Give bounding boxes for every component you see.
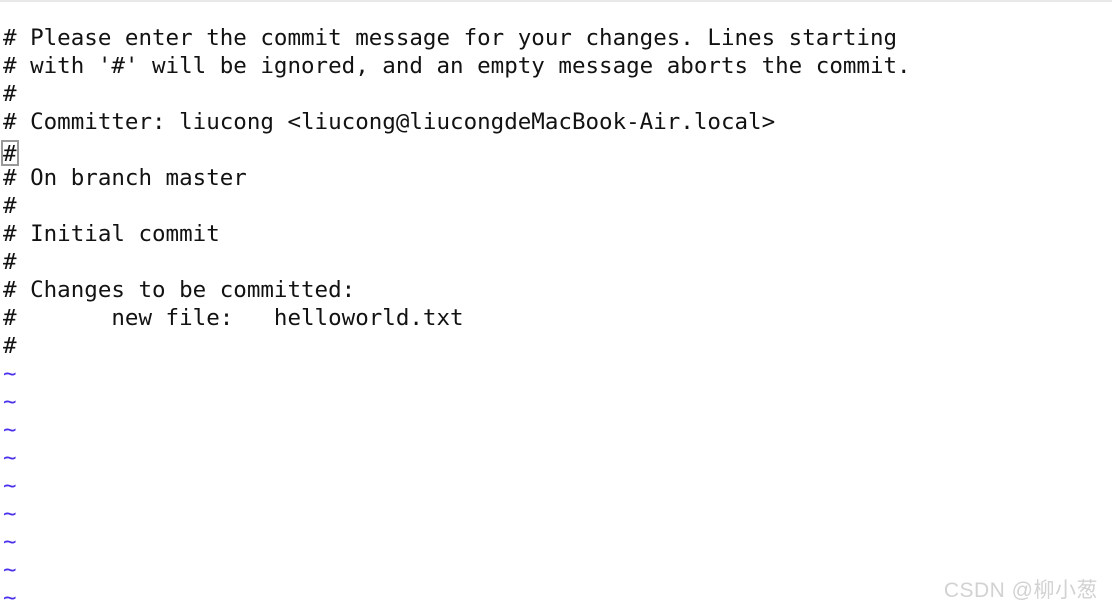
buffer-line[interactable]: #: [0, 248, 1112, 276]
buffer-line[interactable]: # On branch master: [0, 164, 1112, 192]
buffer-line[interactable]: # with '#' will be ignored, and an empty…: [0, 52, 1112, 80]
csdn-watermark: CSDN @柳小葱: [943, 579, 1098, 602]
buffer-line[interactable]: # Changes to be committed:: [0, 276, 1112, 304]
empty-line-marker: ~: [3, 529, 17, 555]
buffer-line[interactable]: #: [0, 192, 1112, 220]
buffer-line-with-cursor[interactable]: #: [0, 136, 1112, 166]
empty-line-marker: ~: [3, 445, 17, 471]
buffer-line[interactable]: #: [0, 80, 1112, 108]
buffer-line[interactable]: # Initial commit: [0, 220, 1112, 248]
empty-line-marker: ~: [3, 361, 17, 387]
buffer-line[interactable]: # new file: helloworld.txt: [0, 304, 1112, 332]
empty-line-marker: ~: [3, 501, 17, 527]
buffer-line[interactable]: # Committer: liucong <liucong@liucongdeM…: [0, 108, 1112, 136]
empty-line-marker: ~: [3, 417, 17, 443]
empty-line-marker: ~: [3, 473, 17, 499]
buffer-line[interactable]: # Please enter the commit message for yo…: [0, 24, 1112, 52]
empty-line-marker: ~: [3, 389, 17, 415]
block-cursor[interactable]: #: [1, 140, 19, 166]
buffer-line[interactable]: #: [0, 332, 1112, 360]
vim-editor-window[interactable]: # Please enter the commit message for yo…: [0, 0, 1112, 612]
editor-buffer[interactable]: # Please enter the commit message for yo…: [0, 2, 1112, 612]
